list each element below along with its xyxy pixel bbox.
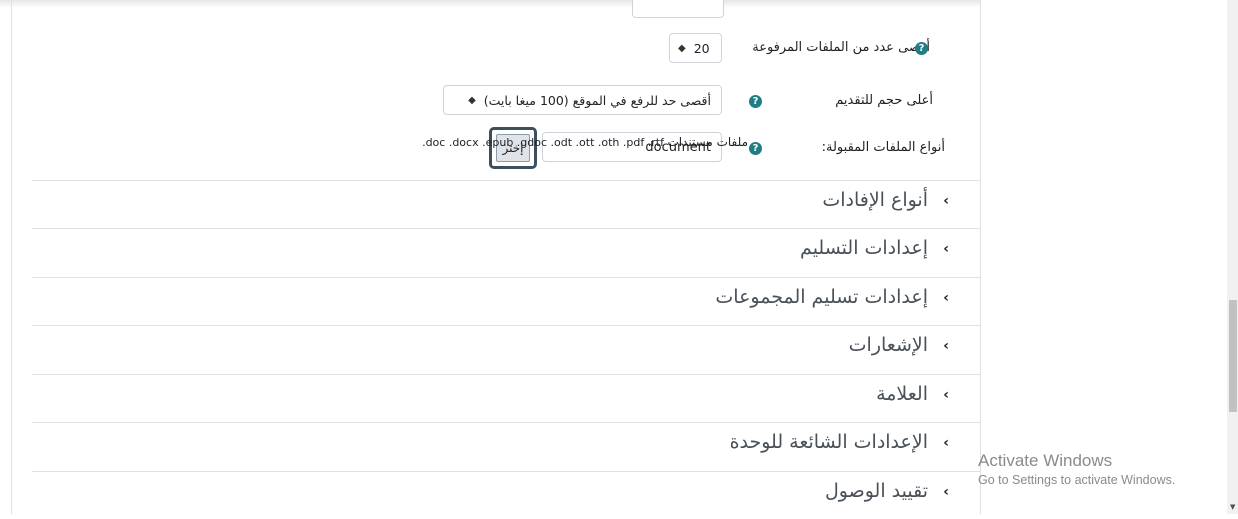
scrollbar-track[interactable]	[1227, 0, 1238, 514]
section-title: العلامة	[876, 383, 928, 405]
section-title: إعدادات التسليم	[800, 237, 928, 259]
section-title: تقييد الوصول	[824, 480, 928, 502]
filetypes-description: ملفات مستندات .doc .docx .epub .gdoc .od…	[422, 135, 748, 149]
scroll-down-arrow-icon[interactable]: ▼	[1230, 503, 1235, 511]
right-panel	[980, 0, 1228, 514]
accepted-types-label: أنواع الملفات المقبولة:	[821, 140, 945, 155]
section-grade[interactable]: ‹ العلامة	[32, 374, 980, 422]
section-common-module-settings[interactable]: ‹ الإعدادات الشائعة للوحدة	[32, 422, 980, 470]
max-files-select[interactable]: ◆ 20	[669, 33, 722, 63]
chevron-left-icon: ‹	[943, 193, 949, 209]
max-size-value: أقصى حد للرفع في الموقع (100 ميغا بايت)	[483, 92, 711, 108]
updown-arrows-icon: ◆	[468, 94, 476, 106]
chevron-left-icon: ‹	[943, 290, 949, 306]
chevron-left-icon: ‹	[943, 435, 949, 451]
question-circle-icon[interactable]: ?	[749, 142, 762, 155]
section-notifications[interactable]: ‹ الإشعارات	[32, 325, 980, 373]
scrollbar-thumb[interactable]	[1229, 300, 1237, 412]
question-circle-icon[interactable]: ?	[749, 95, 762, 108]
max-files-value: 20	[693, 40, 710, 56]
watermark-line2: Go to Settings to activate Windows.	[978, 473, 1176, 487]
updown-arrows-icon: ◆	[678, 42, 686, 54]
section-submission-settings[interactable]: ‹ إعدادات التسليم	[32, 228, 980, 276]
chevron-left-icon: ‹	[943, 338, 949, 354]
question-circle-icon[interactable]: ?	[915, 42, 928, 55]
max-size-select[interactable]: أقصى حد للرفع في الموقع (100 ميغا بايت) …	[443, 85, 722, 115]
section-restrict-access[interactable]: ‹ تقييد الوصول	[32, 471, 980, 519]
section-title: أنواع الإفادات	[822, 189, 928, 211]
section-title: الإشعارات	[848, 334, 928, 356]
max-files-label: أقصى عدد من الملفات المرفوعة	[752, 40, 930, 55]
chevron-left-icon: ‹	[943, 387, 949, 403]
section-title: إعدادات تسليم المجموعات	[715, 286, 928, 308]
max-size-label: أعلى حجم للتقديم	[835, 93, 933, 108]
chevron-left-icon: ‹	[943, 484, 949, 500]
watermark-line1: Activate Windows	[978, 451, 1113, 470]
activate-windows-watermark: Activate Windows Go to Settings to activ…	[978, 451, 1175, 487]
section-title: الإعدادات الشائعة للوحدة	[729, 431, 928, 453]
filetypes-name: ملفات مستندات	[667, 135, 748, 149]
chevron-left-icon: ‹	[943, 241, 949, 257]
section-feedback-types[interactable]: ‹ أنواع الإفادات	[32, 180, 980, 228]
filetypes-list: .doc .docx .epub .gdoc .odt .ott .oth .p…	[422, 136, 664, 149]
section-group-submission-settings[interactable]: ‹ إعدادات تسليم المجموعات	[32, 277, 980, 325]
left-border	[11, 0, 12, 514]
previous-field-input[interactable]	[632, 0, 724, 18]
